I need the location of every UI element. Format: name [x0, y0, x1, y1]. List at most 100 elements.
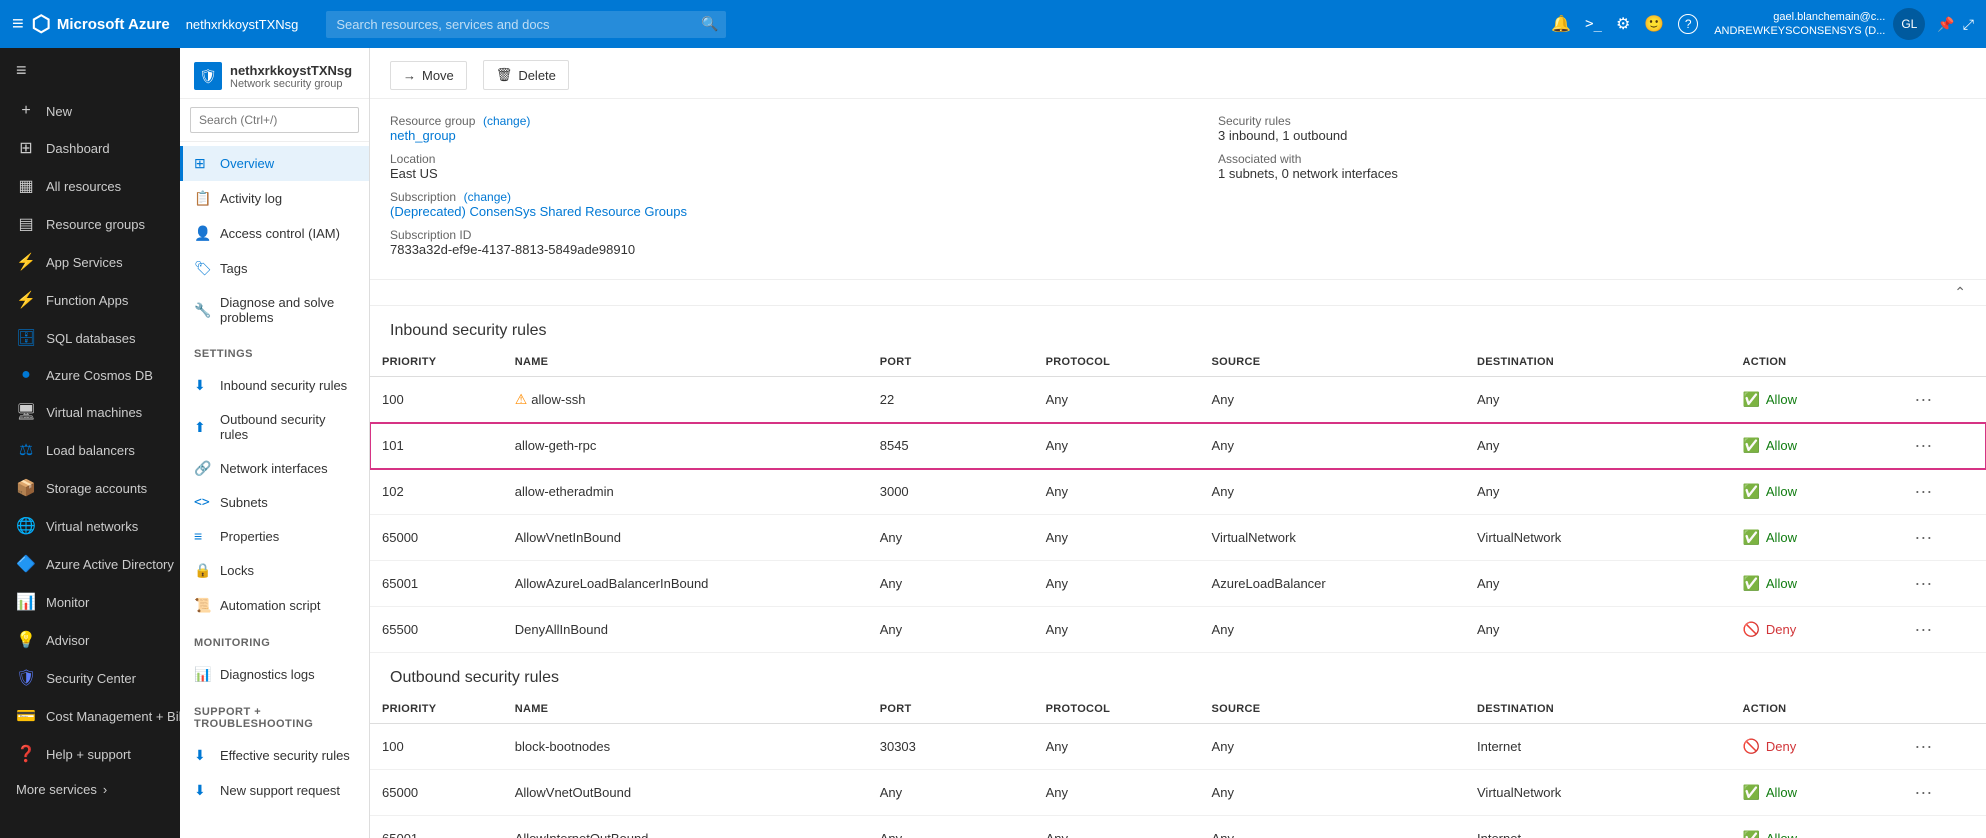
- cell-action: ✅Allow: [1730, 423, 1896, 469]
- sidebar-item-monitor[interactable]: 📊 Monitor: [0, 583, 180, 621]
- nav-item-label: New support request: [220, 783, 340, 798]
- sidebar-more-services[interactable]: More services ›: [0, 773, 180, 806]
- sidebar-item-resource-groups[interactable]: ▤ Resource groups: [0, 205, 180, 243]
- table-row[interactable]: 65001 AllowInternetOutBound Any Any Any …: [370, 816, 1986, 838]
- sidebar-item-cost-management[interactable]: 💳 Cost Management + Billing: [0, 697, 180, 735]
- more-options-button[interactable]: ···: [1908, 826, 1938, 838]
- outbound-section-title: Outbound security rules: [370, 653, 1986, 695]
- table-row[interactable]: 100 block-bootnodes 30303 Any Any Intern…: [370, 724, 1986, 770]
- sidebar-item-virtual-machines[interactable]: 🖥 Virtual machines: [0, 393, 180, 431]
- move-button[interactable]: → Move: [390, 61, 467, 90]
- sidebar-item-app-services[interactable]: ⚡ App Services: [0, 243, 180, 281]
- nav-item-network-interfaces[interactable]: 🔗 Network interfaces: [180, 451, 369, 486]
- sidebar-item-storage-accounts[interactable]: 📦 Storage accounts: [0, 469, 180, 507]
- action-label: Deny: [1766, 739, 1796, 754]
- delete-label: Delete: [518, 68, 556, 83]
- table-row[interactable]: 65000 AllowVnetOutBound Any Any Any Virt…: [370, 770, 1986, 816]
- more-options-button[interactable]: ···: [1908, 525, 1938, 550]
- nav-item-diagnostics[interactable]: 📊 Diagnostics logs: [180, 657, 369, 692]
- notifications-icon[interactable]: 🔔: [1551, 14, 1571, 34]
- table-row[interactable]: 65000 AllowVnetInBound Any Any VirtualNe…: [370, 515, 1986, 561]
- more-options-button[interactable]: ···: [1908, 617, 1938, 642]
- nav-item-effective-rules[interactable]: ⬇ Effective security rules: [180, 738, 369, 773]
- nav-item-subnets[interactable]: <> Subnets: [180, 486, 369, 519]
- cell-priority: 100: [370, 377, 503, 423]
- resource-group-value[interactable]: neth_group: [390, 128, 456, 143]
- cell-name: AllowVnetInBound: [503, 515, 868, 561]
- sidebar-item-sql-databases[interactable]: 🗄 SQL databases: [0, 319, 180, 357]
- cell-port: 3000: [868, 469, 1034, 515]
- help-icon[interactable]: ?: [1678, 14, 1698, 34]
- sidebar-item-all-resources[interactable]: ▦ All resources: [0, 167, 180, 205]
- nav-item-properties[interactable]: ≡ Properties: [180, 519, 369, 553]
- sidebar-item-help-support[interactable]: ❓ Help + support: [0, 735, 180, 773]
- azure-ad-icon: 🔷: [16, 554, 36, 574]
- nav-item-inbound-rules[interactable]: ⬇ Inbound security rules: [180, 368, 369, 403]
- sidebar-item-new[interactable]: + New: [0, 93, 180, 129]
- sidebar-item-security-center[interactable]: 🛡 Security Center: [0, 659, 180, 697]
- plus-icon: +: [16, 102, 36, 120]
- nav-item-overview[interactable]: ⊞ Overview: [180, 146, 369, 181]
- more-options-button[interactable]: ···: [1908, 433, 1938, 458]
- resource-group-change[interactable]: (change): [483, 114, 530, 128]
- sidebar-item-virtual-networks[interactable]: 🌐 Virtual networks: [0, 507, 180, 545]
- associated-row: Associated with 1 subnets, 0 network int…: [1218, 151, 1966, 181]
- cell-port: 22: [868, 377, 1034, 423]
- feedback-icon[interactable]: 🙂: [1644, 14, 1664, 34]
- more-options-button[interactable]: ···: [1908, 387, 1938, 412]
- collapse-button[interactable]: ⌃: [1954, 284, 1966, 301]
- table-row[interactable]: 65001 AllowAzureLoadBalancerInBound Any …: [370, 561, 1986, 607]
- sidebar-item-advisor[interactable]: 💡 Advisor: [0, 621, 180, 659]
- expand-icon[interactable]: ⤢: [1963, 16, 1974, 33]
- subscription-value[interactable]: (Deprecated) ConsenSys Shared Resource G…: [390, 204, 687, 219]
- header-priority: PRIORITY: [370, 695, 503, 724]
- more-options-button[interactable]: ···: [1908, 780, 1938, 805]
- nav-item-new-support[interactable]: ⬇ New support request: [180, 773, 369, 808]
- action-label: Deny: [1766, 622, 1796, 637]
- nav-item-tags[interactable]: 🏷 Tags: [180, 251, 369, 286]
- more-options-button[interactable]: ···: [1908, 734, 1938, 759]
- sidebar-item-dashboard[interactable]: ⊞ Dashboard: [0, 129, 180, 167]
- terminal-icon[interactable]: >_: [1585, 16, 1602, 32]
- nav-item-activity-log[interactable]: 📋 Activity log: [180, 181, 369, 216]
- outbound-rules-table: PRIORITY NAME PORT PROTOCOL SOURCE DESTI…: [370, 695, 1986, 838]
- nav-item-outbound-rules[interactable]: ⬆ Outbound security rules: [180, 403, 369, 451]
- nav-item-automation-script[interactable]: 📜 Automation script: [180, 588, 369, 623]
- header-protocol: PROTOCOL: [1034, 348, 1200, 377]
- nav-item-access-control[interactable]: 👤 Access control (IAM): [180, 216, 369, 251]
- user-info[interactable]: gael.blanchemain@c... ANDREWKEYSCONSENSY…: [1714, 10, 1885, 39]
- hamburger-icon[interactable]: ≡: [12, 13, 24, 36]
- action-label: Allow: [1766, 785, 1797, 800]
- search-input[interactable]: [326, 11, 726, 38]
- topbar-actions: 🔔 >_ ⚙ 🙂 ?: [1551, 14, 1698, 34]
- user-avatar[interactable]: GL: [1893, 8, 1925, 40]
- pin-icon[interactable]: 📌: [1937, 16, 1954, 33]
- nav-item-diagnose[interactable]: 🔧 Diagnose and solve problems: [180, 286, 369, 334]
- cell-name: DenyAllInBound: [503, 607, 868, 653]
- table-row[interactable]: 102 allow-etheradmin 3000 Any Any Any ✅A…: [370, 469, 1986, 515]
- table-row[interactable]: 100 ⚠allow-ssh 22 Any Any Any ✅Allow ···: [370, 377, 1986, 423]
- sidebar-item-cosmos-db[interactable]: ● Azure Cosmos DB: [0, 357, 180, 393]
- sidebar-toggle[interactable]: ≡: [0, 48, 180, 93]
- more-options-button[interactable]: ···: [1908, 571, 1938, 596]
- panel-search-input[interactable]: [190, 107, 359, 133]
- nav-item-label: Diagnose and solve problems: [220, 295, 355, 325]
- nav-item-locks[interactable]: 🔒 Locks: [180, 553, 369, 588]
- sidebar-item-load-balancers[interactable]: ⚖ Load balancers: [0, 431, 180, 469]
- allow-icon: ✅: [1742, 483, 1759, 500]
- sidebar-item-function-apps[interactable]: ⚡ Function Apps: [0, 281, 180, 319]
- table-row[interactable]: 65500 DenyAllInBound Any Any Any Any 🚫De…: [370, 607, 1986, 653]
- inbound-table-header: PRIORITY NAME PORT PROTOCOL SOURCE DESTI…: [370, 348, 1986, 377]
- more-options-button[interactable]: ···: [1908, 479, 1938, 504]
- sidebar-item-label: SQL databases: [46, 331, 135, 346]
- sidebar-item-azure-ad[interactable]: 🔷 Azure Active Directory: [0, 545, 180, 583]
- delete-button[interactable]: 🗑 Delete: [483, 60, 569, 90]
- table-row[interactable]: 101 allow-geth-rpc 8545 Any Any Any ✅All…: [370, 423, 1986, 469]
- security-center-icon: 🛡: [16, 668, 36, 688]
- settings-icon[interactable]: ⚙: [1616, 14, 1630, 34]
- cost-management-icon: 💳: [16, 706, 36, 726]
- security-rules-row: Security rules 3 inbound, 1 outbound: [1218, 113, 1966, 143]
- subscription-change[interactable]: (change): [464, 190, 511, 204]
- sidebar-item-label: Dashboard: [46, 141, 110, 156]
- cell-action: 🚫Deny: [1730, 607, 1896, 653]
